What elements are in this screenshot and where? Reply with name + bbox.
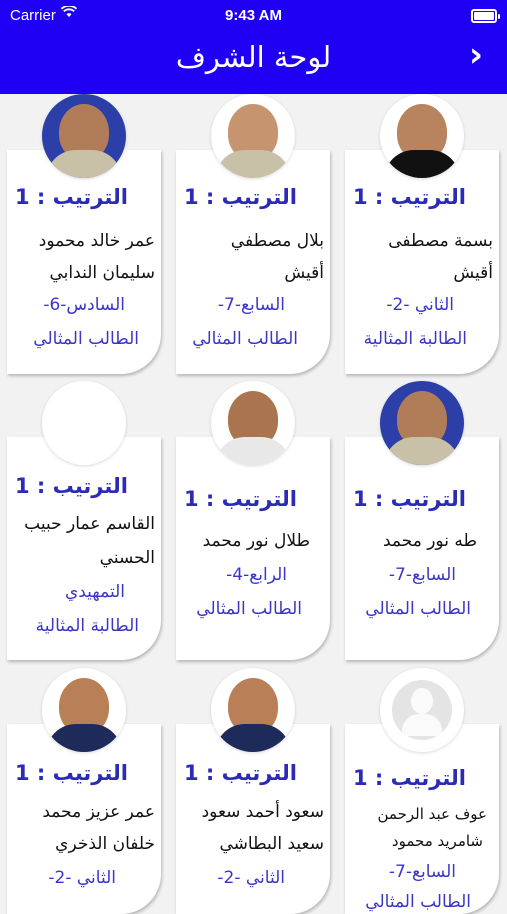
rank-label: الترتيب : 1 xyxy=(352,185,466,209)
back-chevron-icon[interactable]: › xyxy=(469,38,483,72)
honor-card[interactable]: الترتيب : 1 سعود أحمد سعود سعيد البطاشي … xyxy=(176,668,330,914)
honor-card[interactable]: الترتيب : 1 عمر عزيز محمد خلفان الذخري ا… xyxy=(7,668,161,914)
navigation-header: Carrier 9:43 AM لوحة الشرف › xyxy=(0,0,507,94)
grade-label: السابع-7- xyxy=(217,295,285,315)
grade-label: الثاني -2- xyxy=(217,868,285,888)
student-name-line1: عمر خالد محمود xyxy=(38,231,155,251)
student-avatar xyxy=(42,381,126,465)
student-name-line2: أقيش xyxy=(453,263,493,283)
student-name-line2: شامريد محمود xyxy=(391,832,483,850)
student-name-line2: الحسني xyxy=(99,548,155,568)
student-name-line1: القاسم عمار حبيب xyxy=(24,514,155,534)
honor-card[interactable]: الترتيب : 1 طلال نور محمد الرابع-4- الطا… xyxy=(176,381,330,660)
student-name-line2: سعيد البطاشي xyxy=(219,834,324,854)
student-name-line1: طه نور محمد xyxy=(382,531,477,551)
honor-card[interactable]: الترتيب : 1 عمر خالد محمود سليمان النداب… xyxy=(7,94,161,374)
grade-label: السابع-7- xyxy=(388,565,456,585)
rank-label: الترتيب : 1 xyxy=(14,474,128,498)
rank-label: الترتيب : 1 xyxy=(14,185,128,209)
student-avatar xyxy=(211,94,295,178)
student-avatar xyxy=(42,668,126,752)
student-name-line1: عوف عبد الرحمن xyxy=(377,805,487,823)
rank-label: الترتيب : 1 xyxy=(352,487,466,511)
status-bar: Carrier 9:43 AM xyxy=(0,4,507,26)
rank-label: الترتيب : 1 xyxy=(183,487,297,511)
student-avatar xyxy=(211,381,295,465)
award-label: الطالب المثالي xyxy=(196,599,302,619)
award-label: الطالب المثالي xyxy=(365,599,471,619)
award-label: الطالبة المثالية xyxy=(363,329,467,349)
award-label: الطالب المثالي xyxy=(33,329,139,349)
award-label: الطالب المثالي xyxy=(192,329,298,349)
student-name-line1: بسمة مصطفى xyxy=(388,231,493,251)
student-name-line2: سليمان الندابي xyxy=(49,263,155,283)
rank-label: الترتيب : 1 xyxy=(352,766,466,790)
honor-card[interactable]: الترتيب : 1 بلال مصطفي أقيش السابع-7- ال… xyxy=(176,94,330,374)
grade-label: الثاني -2- xyxy=(48,868,116,888)
grade-label: السادس-6- xyxy=(43,295,125,315)
student-name-line2: أقيش xyxy=(284,263,324,283)
default-avatar-icon xyxy=(380,668,464,752)
student-avatar xyxy=(380,94,464,178)
page-title: لوحة الشرف xyxy=(175,40,332,74)
student-name-line1: سعود أحمد سعود xyxy=(201,802,324,822)
student-avatar xyxy=(380,381,464,465)
honor-card[interactable]: الترتيب : 1 القاسم عمار حبيب الحسني التم… xyxy=(7,381,161,660)
honor-card[interactable]: الترتيب : 1 عوف عبد الرحمن شامريد محمود … xyxy=(345,668,499,914)
clock: 9:43 AM xyxy=(225,7,282,24)
student-avatar xyxy=(211,668,295,752)
honor-card[interactable]: الترتيب : 1 طه نور محمد السابع-7- الطالب… xyxy=(345,381,499,660)
student-name-line1: عمر عزيز محمد xyxy=(42,802,155,822)
award-label: الطالبة المثالية xyxy=(35,616,139,636)
student-name-line1: بلال مصطفي xyxy=(230,231,324,251)
student-name-line2: خلفان الذخري xyxy=(55,834,155,854)
rank-label: الترتيب : 1 xyxy=(183,185,297,209)
grade-label: التمهيدي xyxy=(64,582,125,602)
rank-label: الترتيب : 1 xyxy=(183,761,297,785)
award-label: الطالب المثالي xyxy=(365,892,471,912)
student-avatar xyxy=(42,94,126,178)
rank-label: الترتيب : 1 xyxy=(14,761,128,785)
grade-label: الثاني -2- xyxy=(386,295,454,315)
honor-card[interactable]: الترتيب : 1 بسمة مصطفى أقيش الثاني -2- ا… xyxy=(345,94,499,374)
student-name-line1: طلال نور محمد xyxy=(202,531,310,551)
grade-label: السابع-7- xyxy=(388,862,456,882)
battery-icon xyxy=(471,9,500,23)
grade-label: الرابع-4- xyxy=(226,565,287,585)
